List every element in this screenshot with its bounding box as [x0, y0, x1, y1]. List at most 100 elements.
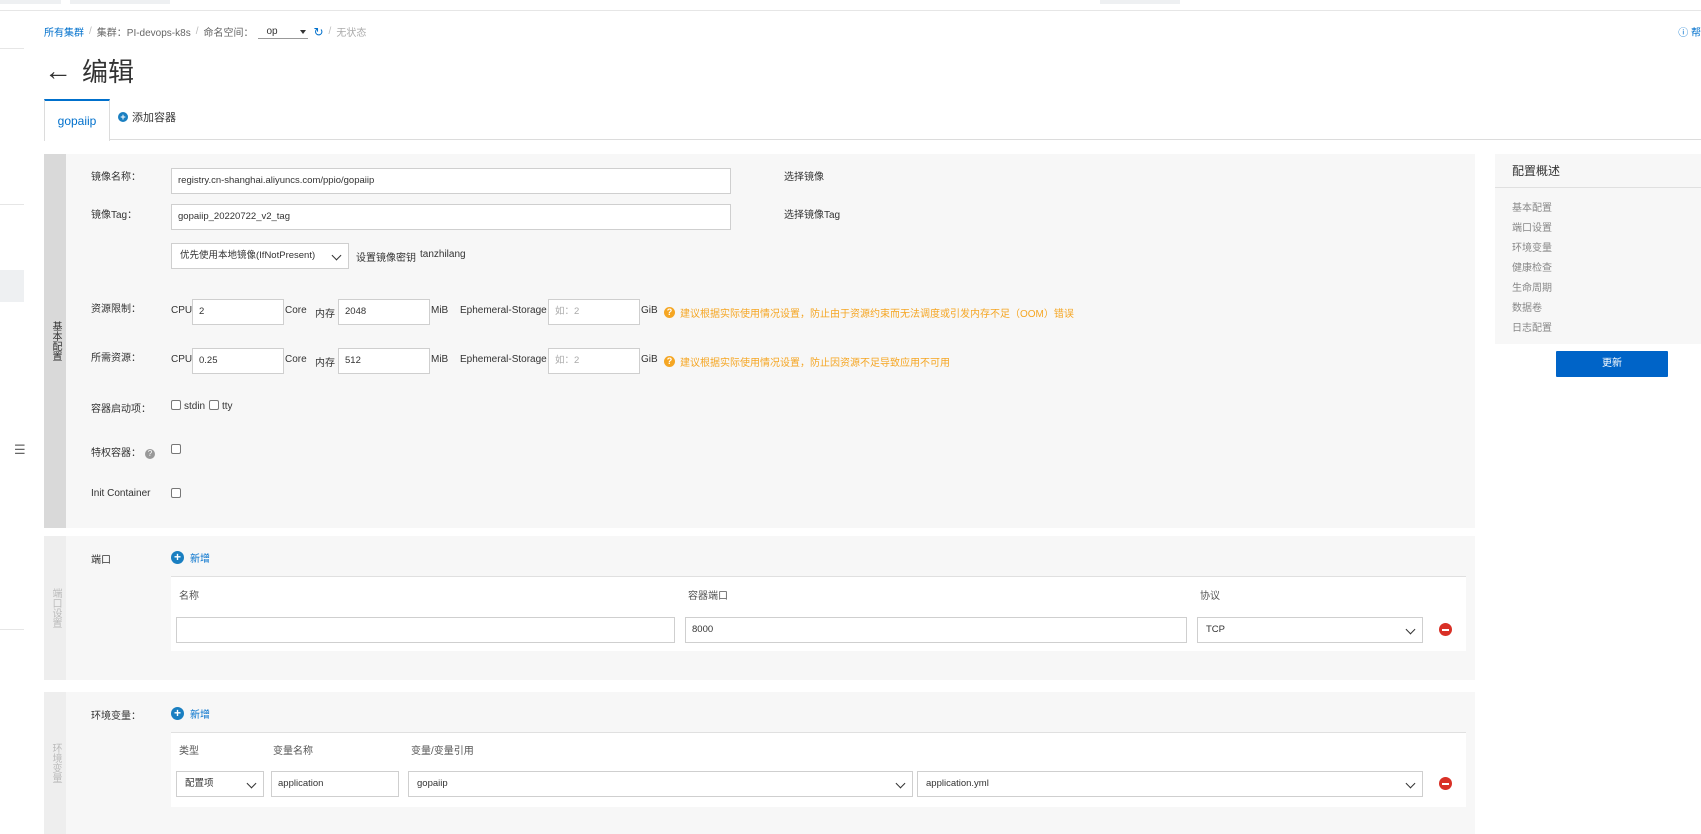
env-key-select[interactable]: application.yml [917, 771, 1423, 797]
section-side-tab: 端口设置 [44, 536, 66, 680]
plus-circle-icon: + [118, 112, 128, 122]
port-name-input[interactable] [176, 617, 675, 643]
overview-item-health[interactable]: 健康检查 [1512, 259, 1552, 274]
select-image-link[interactable]: 选择镜像 [784, 168, 824, 183]
remove-env-icon[interactable] [1439, 777, 1452, 790]
stdin-checkbox[interactable] [171, 400, 181, 410]
cpu-unit-label: CPU [171, 305, 193, 316]
port-label: 端口 [91, 555, 111, 566]
add-container-label: 添加容器 [132, 112, 176, 124]
request-cpu-input[interactable]: 0.25 [192, 348, 284, 374]
back-arrow-icon[interactable]: ← [44, 56, 72, 85]
rail-selected-item[interactable] [0, 270, 24, 302]
section-side-label: 基本配置 [50, 321, 61, 361]
set-image-secret-link[interactable]: 设置镜像密钥 [356, 249, 416, 264]
add-container-button[interactable]: + 添加容器 [118, 109, 176, 125]
limit-ephemeral-input[interactable]: 如：2 [548, 299, 640, 325]
plus-circle-icon: + [171, 551, 184, 564]
chevron-down-icon [1405, 778, 1416, 789]
ephemeral-storage-label: Ephemeral-Storage [460, 354, 547, 365]
image-name-label: 镜像名称： [91, 172, 141, 183]
overview-item-ports[interactable]: 端口设置 [1512, 219, 1552, 234]
stdin-label: stdin [184, 401, 206, 412]
privileged-container-label: 特权容器：? [91, 444, 155, 459]
help-link[interactable]: ⓘ 帮 [1678, 24, 1701, 39]
rail-divider [0, 629, 24, 630]
help-icon: ⓘ [1678, 28, 1689, 39]
section-side-tab: 基本配置 [44, 154, 66, 528]
tty-checkbox[interactable] [209, 400, 219, 410]
protocol-select[interactable]: TCP [1197, 617, 1423, 643]
update-button[interactable]: 更新 [1556, 351, 1668, 377]
env-ref-select[interactable]: gopaiip [408, 771, 913, 797]
section-side-label: 端口设置 [50, 588, 61, 628]
tab-gopaiip[interactable]: gopaiip [44, 99, 110, 141]
col-header-type: 类型 [179, 746, 199, 757]
add-env-button[interactable]: + 新增 [171, 706, 210, 721]
overview-item-volumes[interactable]: 数据卷 [1512, 299, 1542, 314]
section-side-tab: 环境变量 [44, 692, 66, 834]
namespace-label: 命名空间： [203, 28, 254, 39]
overview-item-env[interactable]: 环境变量 [1512, 239, 1552, 254]
top-tab-3 [1100, 0, 1180, 4]
ephemeral-storage-label: Ephemeral-Storage [460, 305, 547, 316]
namespace-select[interactable]: op [258, 25, 309, 39]
add-port-button[interactable]: + 新增 [171, 550, 210, 565]
env-type-select[interactable]: 配置项 [176, 771, 264, 797]
limits-warning: ? 建议根据实际使用情况设置，防止由于资源约束而无法调度或引发内存不足（OOM）… [664, 305, 1074, 320]
overview-item-logs[interactable]: 日志配置 [1512, 319, 1552, 334]
pull-policy-value: 优先使用本地镜像(IfNotPresent) [180, 250, 316, 261]
core-unit-label: Core [285, 305, 307, 316]
image-tag-label: 镜像Tag： [91, 210, 138, 221]
container-startup-label: 容器启动项： [91, 404, 151, 415]
col-header-protocol: 协议 [1200, 591, 1220, 602]
request-ephemeral-input[interactable]: 如：2 [548, 348, 640, 374]
remove-port-icon[interactable] [1439, 623, 1452, 636]
init-container-checkbox[interactable] [171, 488, 181, 498]
caret-down-icon [300, 29, 307, 34]
limit-memory-input[interactable]: 2048 [338, 299, 430, 325]
breadcrumb-all-clusters[interactable]: 所有集群 [44, 24, 84, 39]
col-header-var-ref: 变量/变量引用 [411, 746, 474, 757]
overview-item-lifecycle[interactable]: 生命周期 [1512, 279, 1552, 294]
select-image-tag-link[interactable]: 选择镜像Tag [784, 206, 840, 221]
container-tabs: gopaiip + 添加容器 [44, 99, 1701, 141]
env-ref-value: gopaiip [417, 778, 448, 789]
overview-title: 配置概述 [1495, 154, 1701, 188]
page-header: ← 编辑 [44, 52, 134, 89]
top-tab-2 [70, 0, 170, 4]
port-settings-section: 端口设置 端口 + 新增 名称 容器端口 协议 8000 TCP [44, 536, 1475, 680]
basic-config-section: 基本配置 镜像名称： registry.cn-shanghai.aliyuncs… [44, 154, 1475, 528]
limits-warning-text: 建议根据实际使用情况设置，防止由于资源约束而无法调度或引发内存不足（OOM）错误 [680, 309, 1074, 320]
chevron-down-icon [895, 778, 906, 789]
mib-unit-label: MiB [431, 305, 449, 316]
overview-item-basic[interactable]: 基本配置 [1512, 199, 1552, 214]
privileged-checkbox[interactable] [171, 444, 181, 454]
chevron-down-icon [331, 250, 342, 261]
question-icon[interactable]: ? [145, 449, 155, 459]
warning-icon: ? [664, 307, 675, 318]
top-tab-1 [0, 0, 61, 4]
breadcrumb-separator: / [195, 26, 199, 37]
refresh-icon[interactable]: ↻ [313, 25, 323, 39]
privileged-container-text: 特权容器： [91, 448, 141, 459]
env-type-value: 配置项 [185, 778, 214, 789]
limit-cpu-input[interactable]: 2 [192, 299, 284, 325]
init-container-label: Init Container [91, 488, 151, 499]
config-overview-panel: 配置概述 基本配置 端口设置 环境变量 健康检查 生命周期 数据卷 日志配置 [1495, 154, 1701, 344]
request-memory-input[interactable]: 512 [338, 348, 430, 374]
image-name-input[interactable]: registry.cn-shanghai.aliyuncs.com/ppio/g… [171, 168, 731, 194]
env-vars-label: 环境变量： [91, 711, 141, 722]
breadcrumb-cluster: 集群：PI-devops-k8s [96, 28, 191, 39]
gib-unit-label: GiB [641, 305, 658, 316]
pull-policy-select[interactable]: 优先使用本地镜像(IfNotPresent) [171, 243, 349, 269]
cpu-unit-label: CPU [171, 354, 193, 365]
container-port-input[interactable]: 8000 [685, 617, 1187, 643]
col-header-name: 名称 [179, 591, 199, 602]
resource-requests-label: 所需资源： [91, 353, 141, 364]
menu-toggle-icon[interactable]: ☰ [14, 442, 26, 458]
image-tag-input[interactable]: gopaiip_20220722_v2_tag [171, 204, 731, 230]
top-strip [0, 0, 1701, 11]
env-key-value: application.yml [926, 778, 989, 789]
env-name-input[interactable]: application [271, 771, 399, 797]
